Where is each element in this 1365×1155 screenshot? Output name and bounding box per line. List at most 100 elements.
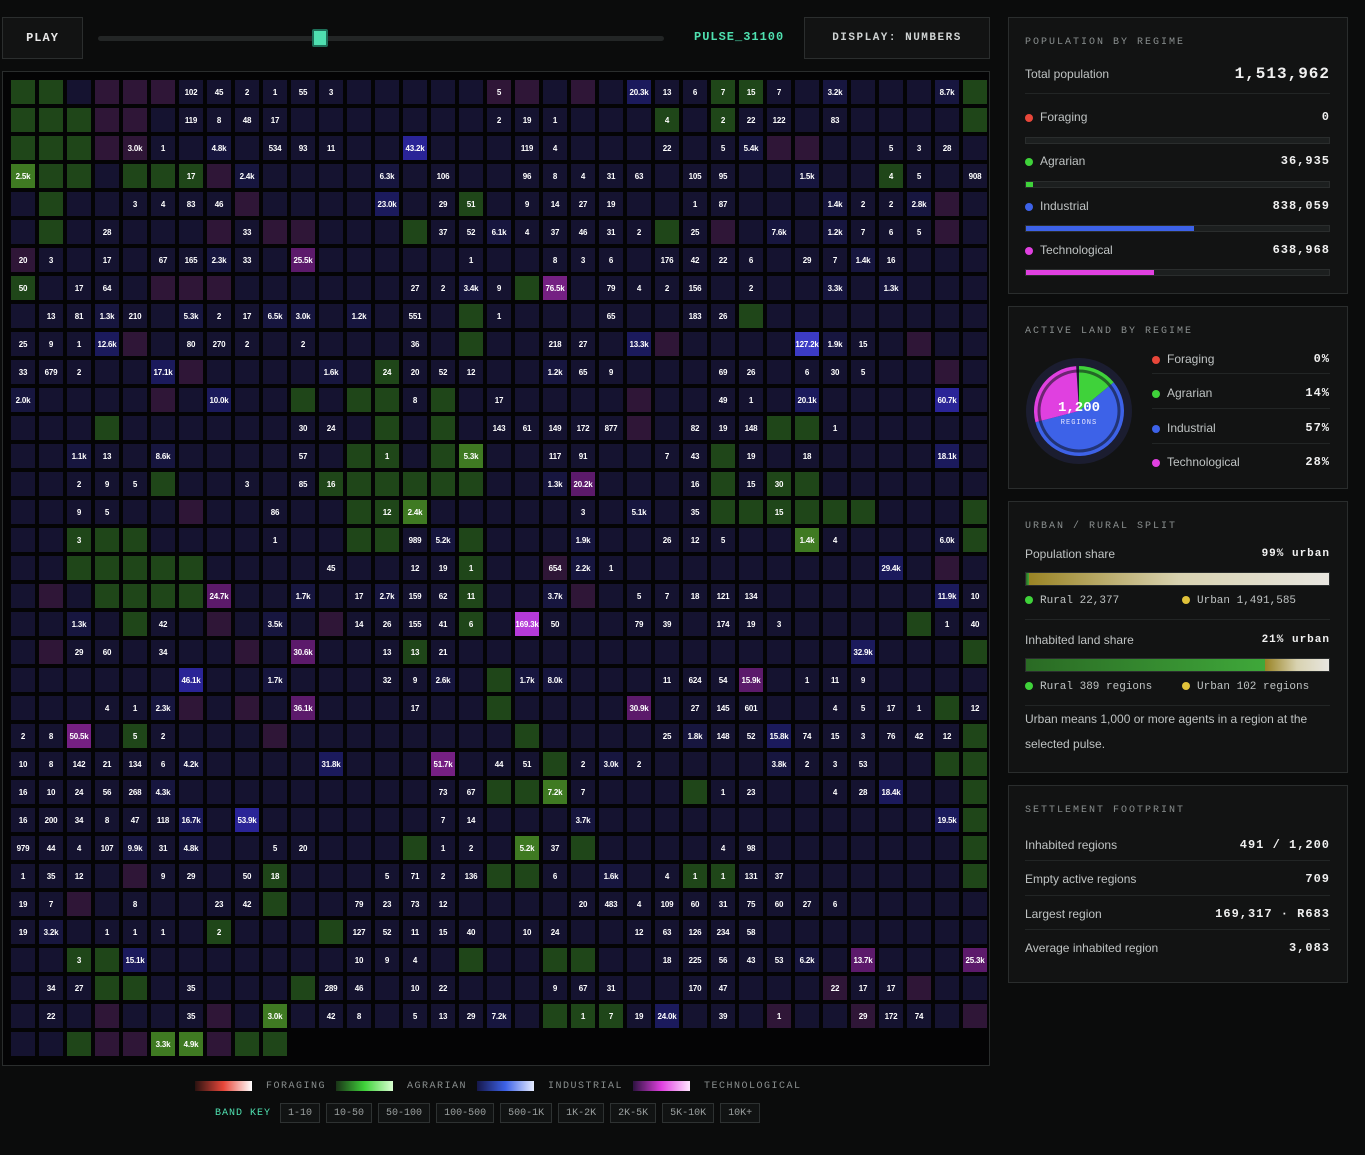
region-cell[interactable]: 4.2k [179, 752, 203, 776]
region-cell[interactable] [627, 108, 651, 132]
region-cell[interactable]: 46 [571, 220, 595, 244]
region-cell[interactable] [263, 640, 287, 664]
region-cell[interactable] [123, 528, 147, 552]
region-cell[interactable]: 19 [431, 556, 455, 580]
region-cell[interactable]: 23 [739, 780, 763, 804]
region-cell[interactable]: 1 [795, 668, 819, 692]
region-cell[interactable] [963, 724, 987, 748]
region-cell[interactable] [683, 640, 707, 664]
region-cell[interactable]: 67 [571, 976, 595, 1000]
region-cell[interactable] [963, 304, 987, 328]
region-cell[interactable] [123, 976, 147, 1000]
region-cell[interactable]: 2 [879, 192, 903, 216]
region-cell[interactable]: 1.3k [95, 304, 119, 328]
region-cell[interactable] [11, 136, 35, 160]
region-cell[interactable] [403, 108, 427, 132]
region-cell[interactable] [907, 80, 931, 104]
region-cell[interactable] [39, 948, 63, 972]
region-cell[interactable] [655, 976, 679, 1000]
region-cell[interactable] [879, 304, 903, 328]
region-cell[interactable] [907, 276, 931, 300]
region-cell[interactable] [935, 360, 959, 384]
region-cell[interactable] [235, 920, 259, 944]
region-cell[interactable] [599, 612, 623, 636]
region-cell[interactable]: 10 [11, 752, 35, 776]
region-cell[interactable] [375, 780, 399, 804]
region-cell[interactable] [683, 808, 707, 832]
region-cell[interactable]: 7 [655, 444, 679, 468]
region-cell[interactable]: 26 [739, 360, 763, 384]
region-cell[interactable] [571, 136, 595, 160]
region-cell[interactable] [963, 752, 987, 776]
region-cell[interactable]: 93 [291, 136, 315, 160]
region-cell[interactable] [207, 976, 231, 1000]
region-cell[interactable] [263, 192, 287, 216]
region-cell[interactable]: 2 [851, 192, 875, 216]
region-cell[interactable] [151, 556, 175, 580]
region-cell[interactable]: 5 [375, 864, 399, 888]
region-cell[interactable]: 102 [179, 80, 203, 104]
region-cell[interactable] [347, 472, 371, 496]
region-cell[interactable] [207, 276, 231, 300]
region-cell[interactable]: 18 [263, 864, 287, 888]
region-cell[interactable]: 35 [39, 864, 63, 888]
region-cell[interactable] [515, 780, 539, 804]
region-cell[interactable] [487, 724, 511, 748]
region-cell[interactable] [795, 808, 819, 832]
region-cell[interactable] [151, 304, 175, 328]
region-cell[interactable]: 117 [543, 444, 567, 468]
region-cell[interactable] [207, 948, 231, 972]
region-cell[interactable] [291, 556, 315, 580]
region-cell[interactable] [403, 220, 427, 244]
region-cell[interactable]: 11 [655, 668, 679, 692]
region-cell[interactable] [571, 948, 595, 972]
region-cell[interactable] [375, 556, 399, 580]
region-cell[interactable] [39, 696, 63, 720]
region-cell[interactable] [655, 332, 679, 356]
region-cell[interactable]: 61 [515, 416, 539, 440]
region-cell[interactable] [515, 472, 539, 496]
region-cell[interactable]: 51 [515, 752, 539, 776]
region-cell[interactable]: 1 [459, 556, 483, 580]
region-cell[interactable] [515, 808, 539, 832]
region-cell[interactable]: 12 [627, 920, 651, 944]
region-cell[interactable]: 80 [179, 332, 203, 356]
region-cell[interactable] [851, 584, 875, 608]
region-cell[interactable]: 1 [571, 1004, 595, 1028]
region-cell[interactable]: 20 [11, 248, 35, 272]
region-cell[interactable]: 20 [403, 360, 427, 384]
region-cell[interactable]: 35 [179, 976, 203, 1000]
region-cell[interactable]: 2 [627, 220, 651, 244]
region-cell[interactable]: 148 [739, 416, 763, 440]
region-cell[interactable] [123, 556, 147, 580]
region-cell[interactable] [711, 500, 735, 524]
region-cell[interactable] [935, 920, 959, 944]
region-cell[interactable] [487, 500, 511, 524]
region-cell[interactable] [907, 752, 931, 776]
region-cell[interactable] [907, 836, 931, 860]
region-cell[interactable] [655, 808, 679, 832]
region-cell[interactable] [767, 640, 791, 664]
region-cell[interactable]: 8.7k [935, 80, 959, 104]
region-cell[interactable] [655, 388, 679, 412]
region-cell[interactable]: 156 [683, 276, 707, 300]
region-cell[interactable]: 2.4k [235, 164, 259, 188]
region-cell[interactable]: 1 [151, 920, 175, 944]
region-cell[interactable] [39, 668, 63, 692]
region-cell[interactable] [571, 668, 595, 692]
region-cell[interactable]: 58 [739, 920, 763, 944]
region-cell[interactable] [95, 164, 119, 188]
region-cell[interactable] [963, 388, 987, 412]
region-cell[interactable] [907, 472, 931, 496]
region-cell[interactable]: 51 [459, 192, 483, 216]
region-cell[interactable] [95, 416, 119, 440]
region-cell[interactable]: 3.3k [151, 1032, 175, 1056]
region-cell[interactable] [795, 304, 819, 328]
region-cell[interactable] [487, 892, 511, 916]
region-cell[interactable] [123, 332, 147, 356]
region-cell[interactable] [795, 976, 819, 1000]
region-cell[interactable]: 23.0k [375, 192, 399, 216]
region-cell[interactable] [263, 220, 287, 244]
region-cell[interactable] [823, 500, 847, 524]
region-cell[interactable]: 1 [375, 444, 399, 468]
